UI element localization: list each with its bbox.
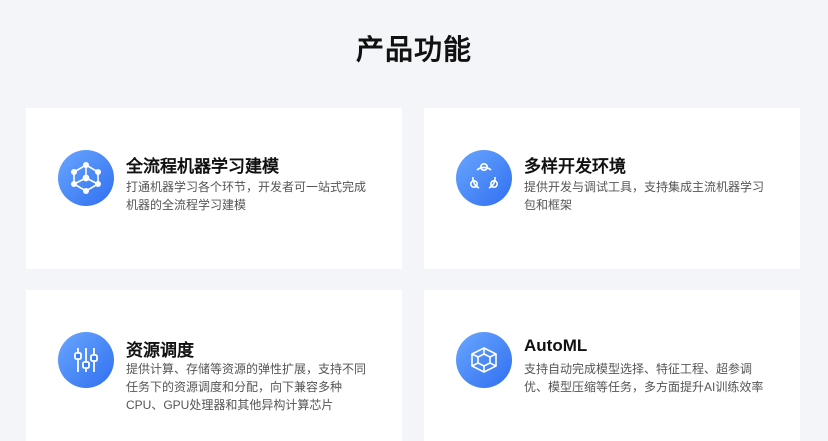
feature-title: 全流程机器学习建模 [126,157,279,176]
feature-card-dev-env[interactable]: 多样开发环境 提供开发与调试工具，支持集成主流机器学习包和框架 [424,108,800,269]
feature-title: 资源调度 [126,341,194,360]
feature-description: 支持自动完成模型选择、特征工程、超参调优、模型压缩等任务，多方面提升AI训练效率 [524,362,764,394]
feature-description: 打通机器学习各个环节，开发者可一站式完成机器的全流程学习建模 [126,180,367,212]
feature-description: 提供计算、存储等资源的弹性扩展，支持不同任务下的资源调度和分配，向下兼容多种CP… [126,362,367,412]
section-title: 产品功能 [355,34,472,65]
network-cube-icon [58,150,114,206]
product-features-section: 产品功能 全流程机器学习建模 打通机器学习各个环节，开发者可一站式完成机器的全流… [0,0,828,441]
feature-description: 提供开发与调试工具，支持集成主流机器学习包和框架 [524,180,765,212]
feature-title: 多样开发环境 [524,157,626,176]
feature-card-automl[interactable]: AutoML 支持自动完成模型选择、特征工程、超参调优、模型压缩等任务，多方面提… [424,290,800,441]
feature-card-resource-scheduling[interactable]: 资源调度 提供计算、存储等资源的弹性扩展，支持不同任务下的资源调度和分配，向下兼… [26,290,402,441]
feature-card-ml-modeling[interactable]: 全流程机器学习建模 打通机器学习各个环节，开发者可一站式完成机器的全流程学习建模 [26,108,402,269]
feature-title: AutoML [524,336,588,355]
layered-cube-icon [456,332,512,388]
sliders-icon [58,332,114,388]
cycle-nodes-icon [456,150,512,206]
